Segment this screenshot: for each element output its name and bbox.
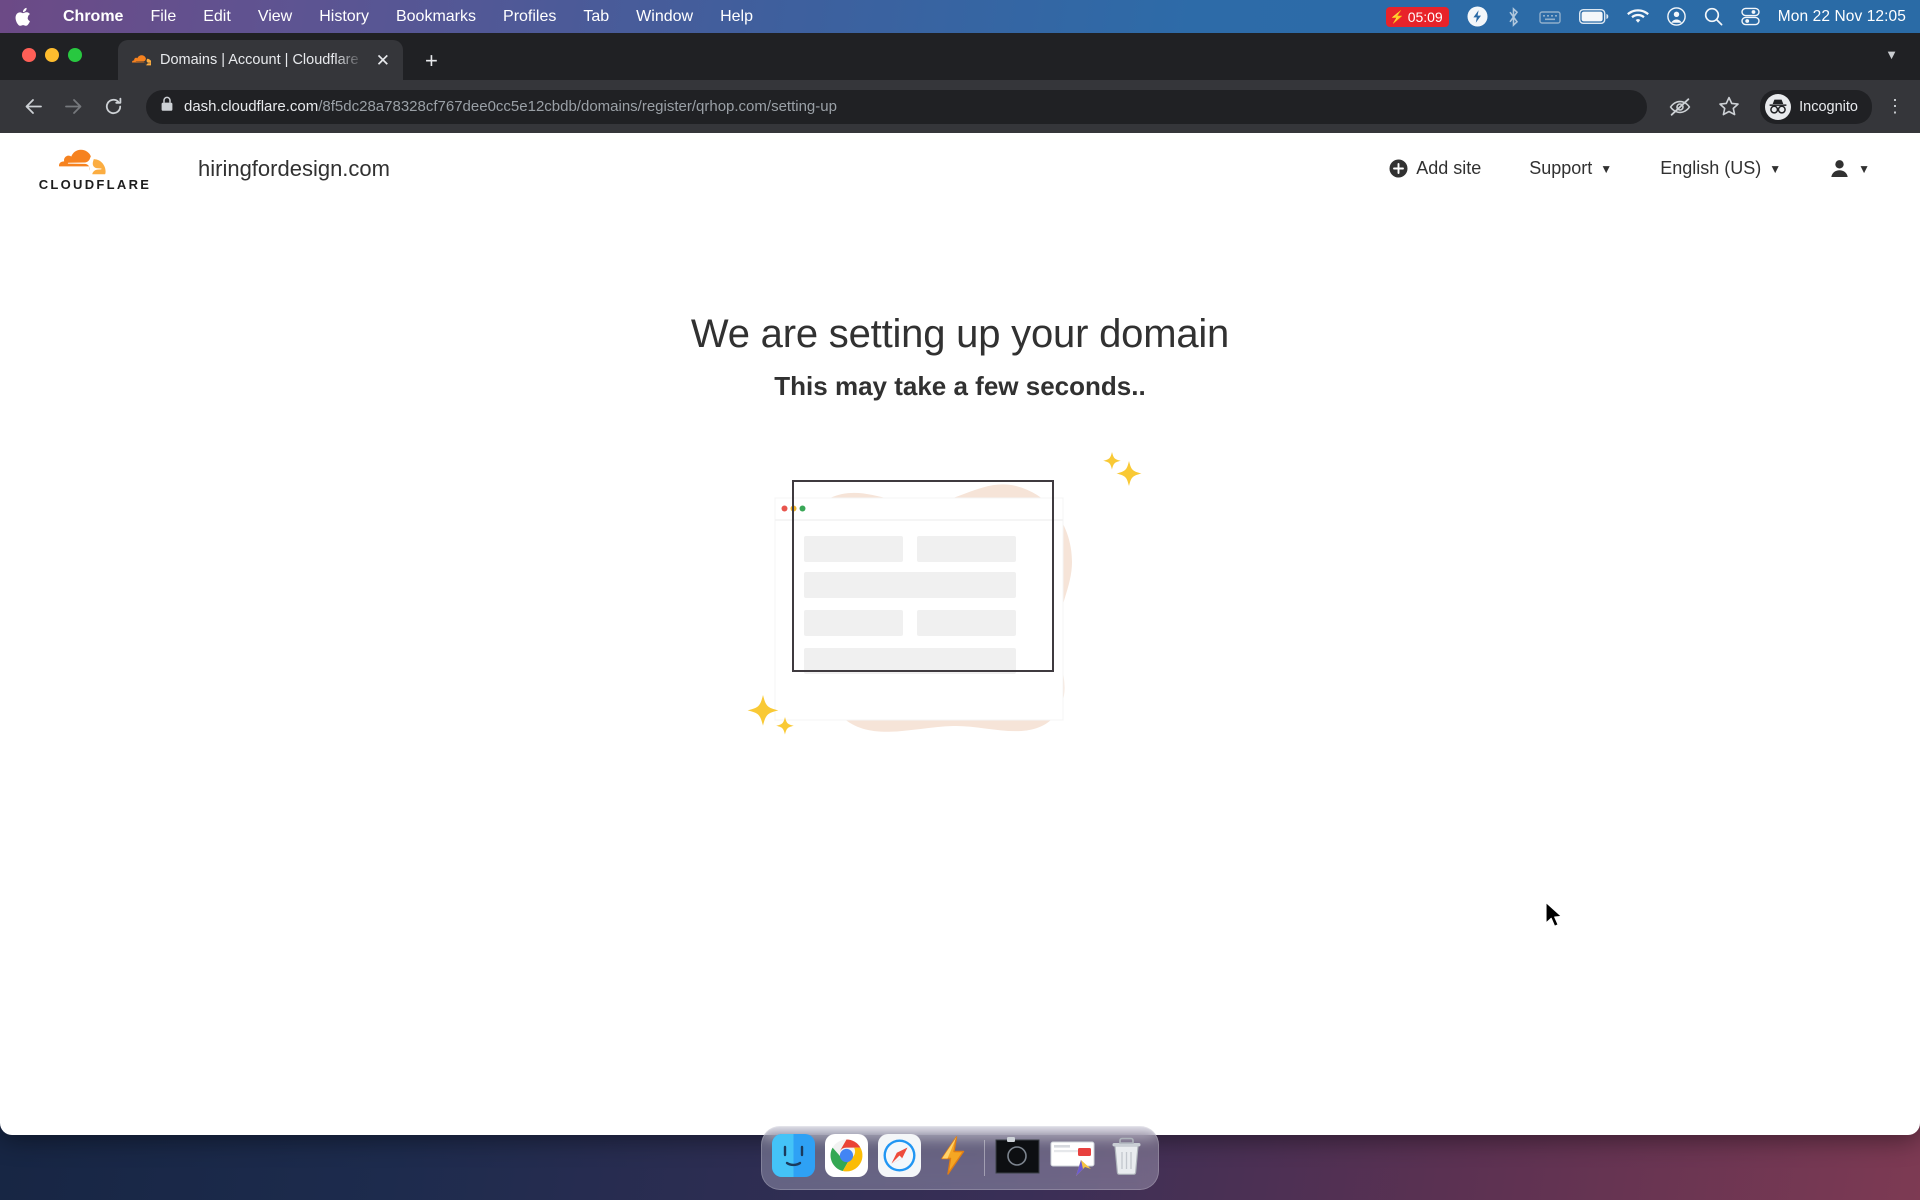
page-content: CLOUDFLARE hiringfordesign.com Add site …	[0, 133, 1920, 1135]
add-site-button[interactable]: Add site	[1365, 158, 1505, 179]
new-tab-button[interactable]: +	[425, 50, 438, 72]
close-window-button[interactable]	[22, 48, 36, 62]
maximize-window-button[interactable]	[68, 48, 82, 62]
chrome-browser-window: Domains | Account | Cloudflare ✕ + ▼ das…	[0, 33, 1920, 1135]
bolt-status-icon[interactable]	[1467, 6, 1488, 27]
incognito-profile-button[interactable]: Incognito	[1760, 89, 1872, 124]
incognito-label: Incognito	[1799, 98, 1858, 115]
main-content: We are setting up your domain This may t…	[0, 205, 1920, 762]
account-menu[interactable]: ▼	[1805, 158, 1894, 179]
url-path: /8f5dc28a78328cf767dee0cc5e12cbdb/domain…	[318, 98, 837, 115]
browser-tab[interactable]: Domains | Account | Cloudflare ✕	[118, 40, 403, 80]
menu-view[interactable]: View	[258, 8, 292, 25]
dock-divider	[984, 1140, 985, 1176]
header-nav: Add site Support ▼ English (US) ▼ ▼	[1365, 158, 1894, 179]
timer-value: 05:09	[1407, 8, 1443, 25]
dock-item-trash[interactable]	[1105, 1134, 1148, 1182]
bolt-icon: ⚡	[1389, 9, 1405, 24]
tab-search-chevron-down-icon[interactable]: ▼	[1885, 47, 1898, 62]
menu-tab[interactable]: Tab	[583, 8, 609, 25]
menu-profiles[interactable]: Profiles	[503, 8, 556, 25]
person-icon	[1831, 160, 1848, 177]
setting-up-illustration	[740, 442, 1180, 762]
minimize-window-button[interactable]	[45, 48, 59, 62]
card-body	[774, 497, 1064, 721]
chevron-down-icon: ▼	[1769, 161, 1782, 176]
screen-recording-timer[interactable]: ⚡ 05:09	[1385, 6, 1449, 27]
account-status-icon[interactable]	[1666, 7, 1686, 26]
dock-item-screenshot-thumbnail[interactable]	[995, 1136, 1040, 1181]
language-menu[interactable]: English (US) ▼	[1636, 158, 1805, 179]
dock-item-window-thumbnail[interactable]	[1050, 1136, 1095, 1181]
cloudflare-wordmark: CLOUDFLARE	[38, 177, 152, 192]
menu-bookmarks[interactable]: Bookmarks	[396, 8, 476, 25]
wifi-icon[interactable]	[1626, 8, 1649, 25]
browser-toolbar: dash.cloudflare.com/8f5dc28a78328cf767de…	[0, 80, 1920, 133]
reload-button[interactable]	[96, 89, 131, 124]
card-dot-red	[781, 505, 788, 512]
menu-edit[interactable]: Edit	[203, 8, 231, 25]
menu-bar-clock[interactable]: Mon 22 Nov 12:05	[1778, 8, 1906, 26]
search-icon[interactable]	[1704, 7, 1723, 26]
menu-window[interactable]: Window	[636, 8, 693, 25]
apple-logo-icon[interactable]	[14, 7, 36, 27]
bookmark-star-icon[interactable]	[1711, 89, 1746, 124]
menu-history[interactable]: History	[319, 8, 369, 25]
menu-chrome[interactable]: Chrome	[63, 8, 123, 25]
chevron-down-icon: ▼	[1600, 161, 1613, 176]
dock-item-finder[interactable]	[772, 1134, 815, 1182]
site-name: hiringfordesign.com	[198, 155, 390, 181]
chevron-down-icon: ▼	[1858, 161, 1870, 176]
tab-strip: Domains | Account | Cloudflare ✕ + ▼	[0, 33, 1920, 80]
cloudflare-header: CLOUDFLARE hiringfordesign.com Add site …	[0, 133, 1920, 205]
mouse-pointer	[1544, 901, 1564, 934]
url-text: dash.cloudflare.com/8f5dc28a78328cf767de…	[184, 98, 837, 115]
menu-file[interactable]: File	[150, 8, 176, 25]
chrome-menu-kebab-icon[interactable]: ⋮	[1886, 97, 1904, 115]
bluetooth-icon[interactable]	[1506, 6, 1521, 27]
plus-circle-icon	[1389, 159, 1408, 178]
url-host: dash.cloudflare.com	[184, 98, 319, 115]
tracking-protection-eye-crossed-icon[interactable]	[1662, 89, 1697, 124]
tab-title: Domains | Account | Cloudflare	[160, 52, 359, 68]
macos-dock	[761, 1126, 1159, 1190]
dock-item-chrome[interactable]	[825, 1134, 868, 1182]
keyboard-brightness-icon[interactable]	[1539, 9, 1561, 25]
cloudflare-logo[interactable]: CLOUDFLARE	[26, 145, 164, 192]
cloudflare-cloud-icon	[59, 149, 106, 175]
forward-button[interactable]	[56, 89, 91, 124]
sparkle-top-right	[1103, 452, 1142, 486]
control-center-icon[interactable]	[1741, 7, 1760, 26]
battery-icon[interactable]	[1578, 9, 1609, 24]
tab-close-icon[interactable]: ✕	[373, 52, 393, 69]
add-site-label: Add site	[1416, 158, 1482, 178]
address-bar[interactable]: dash.cloudflare.com/8f5dc28a78328cf767de…	[146, 89, 1648, 124]
page-subtitle: This may take a few seconds..	[774, 371, 1146, 401]
cloudflare-favicon	[132, 54, 151, 65]
dock-item-bolt-app[interactable]	[931, 1134, 974, 1182]
back-button[interactable]	[16, 89, 51, 124]
language-label: English (US)	[1660, 158, 1762, 178]
incognito-icon	[1765, 93, 1792, 120]
support-label: Support	[1529, 158, 1593, 178]
card-dot-green	[799, 505, 806, 512]
macos-menu-bar: Chrome File Edit View History Bookmarks …	[0, 0, 1920, 33]
window-traffic-lights	[22, 48, 82, 62]
dock-item-safari[interactable]	[878, 1134, 921, 1182]
support-menu[interactable]: Support ▼	[1505, 158, 1636, 179]
menu-help[interactable]: Help	[720, 8, 753, 25]
lock-icon	[160, 96, 174, 117]
page-title: We are setting up your domain	[690, 312, 1230, 356]
